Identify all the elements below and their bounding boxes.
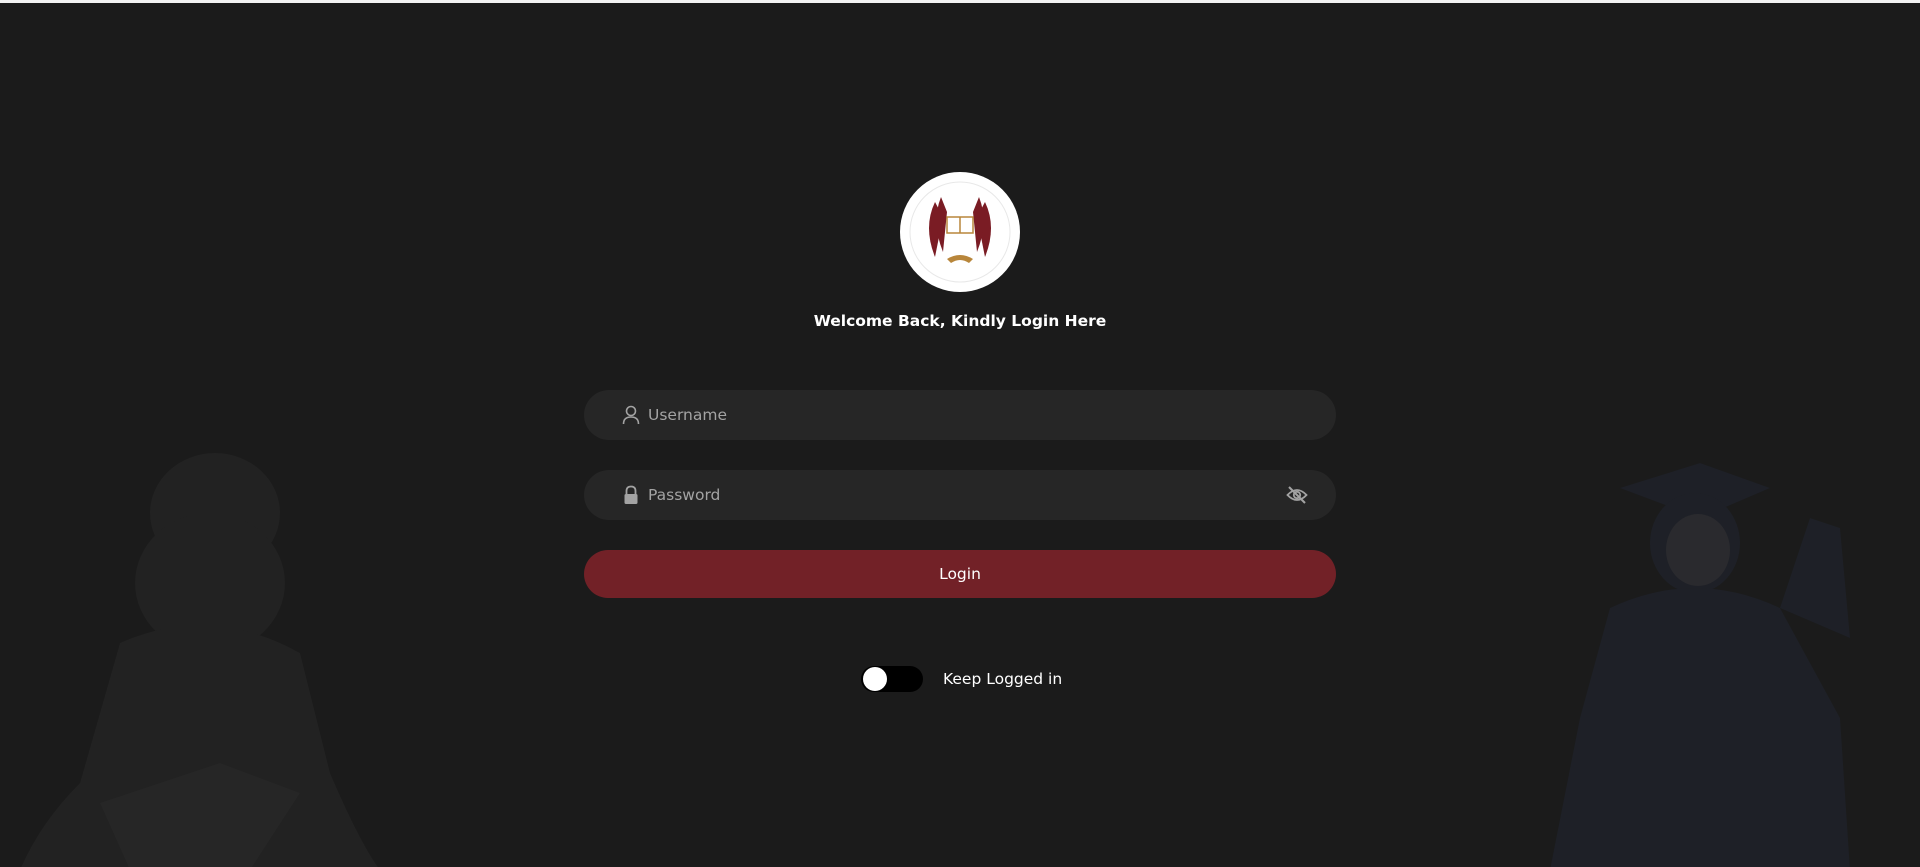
background-student-reading-image: [21, 453, 378, 867]
password-input[interactable]: [648, 470, 1248, 520]
keep-logged-in-row: Keep Logged in: [861, 666, 1062, 692]
welcome-heading: Welcome Back, Kindly Login Here: [813, 312, 1107, 330]
keep-logged-in-label: Keep Logged in: [943, 670, 1063, 688]
username-field[interactable]: [584, 390, 1336, 440]
background-graduate-image: [1550, 463, 1850, 867]
lock-icon: [624, 485, 638, 504]
login-page: Welcome Back, Kindly Login Here Login Ke…: [0, 0, 1920, 867]
password-field[interactable]: [584, 470, 1336, 520]
eye-slash-icon[interactable]: [1286, 485, 1308, 505]
academy-logo: [900, 172, 1020, 292]
keep-logged-in-toggle[interactable]: [861, 666, 923, 692]
toggle-knob: [863, 667, 887, 691]
login-button[interactable]: Login: [584, 550, 1336, 598]
user-icon: [622, 405, 640, 425]
laurel-book-emblem-icon: [909, 181, 1011, 283]
username-input[interactable]: [648, 390, 1248, 440]
